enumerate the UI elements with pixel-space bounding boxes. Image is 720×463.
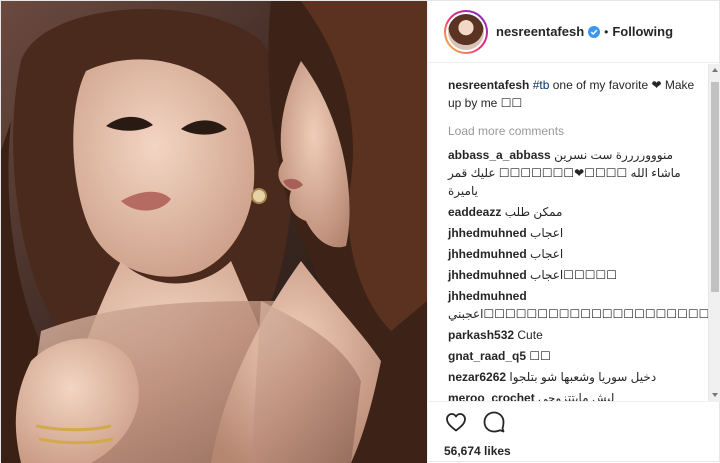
comment-item: jhhedmuhned اعجاب☐☐☐☐☐ xyxy=(448,266,702,284)
caption-username[interactable]: nesreentafesh xyxy=(448,78,529,92)
comment-username[interactable]: eaddeazz xyxy=(448,205,501,219)
avatar-image xyxy=(446,11,486,52)
comment-bubble-icon[interactable] xyxy=(482,410,506,434)
scroll-up-arrow-icon[interactable] xyxy=(712,68,718,72)
comment-item: parkash532 Cute xyxy=(448,326,702,344)
comments-list[interactable]: nesreentafesh #tb one of my favorite ❤ M… xyxy=(428,64,720,401)
scroll-down-arrow-icon[interactable] xyxy=(712,393,718,397)
caption-hashtag[interactable]: #tb xyxy=(533,78,550,92)
comment-item: nezar6262 دخيل سوريا وشعبها شو بتلجوا xyxy=(448,368,702,386)
comment-item: abbass_a_abbass منوووررررة ست نسرين ماشا… xyxy=(448,146,702,200)
load-more-comments-link[interactable]: Load more comments xyxy=(448,122,702,140)
avatar[interactable] xyxy=(444,9,488,54)
comment-item: eaddeazz ممكن طلب xyxy=(448,203,702,221)
comment-item: meroo_crochet ليش مابتتزوجي xyxy=(448,389,702,401)
comment-item: gnat_raad_q5 ☐☐ xyxy=(448,347,702,365)
comment-text: اعجاب xyxy=(530,226,564,240)
post-modal: nesreentafesh • Following nesreentafesh … xyxy=(0,0,720,463)
comment-text: اعجاب☐☐☐☐☐ xyxy=(530,268,618,282)
comment-username[interactable]: gnat_raad_q5 xyxy=(448,349,526,363)
following-button[interactable]: Following xyxy=(612,24,673,39)
likes-count[interactable]: 56,674 likes xyxy=(444,444,706,458)
comment-text: ليش مابتتزوجي xyxy=(538,391,615,401)
comment-text: اعجاب xyxy=(530,247,564,261)
post-header: nesreentafesh • Following xyxy=(428,1,720,63)
verified-badge-icon xyxy=(588,25,601,38)
portrait-image xyxy=(1,1,427,463)
scrollbar-thumb[interactable] xyxy=(711,82,719,292)
comment-username[interactable]: jhhedmuhned xyxy=(448,268,527,282)
comment-text: ☐☐ xyxy=(529,349,551,363)
action-icons xyxy=(444,410,706,434)
comment-text: Cute xyxy=(517,328,543,342)
comment-text: دخيل سوريا وشعبها شو بتلجوا xyxy=(509,370,657,384)
heart-icon[interactable] xyxy=(444,410,468,434)
post-actions: 56,674 likes xyxy=(428,401,720,463)
post-caption: nesreentafesh #tb one of my favorite ❤ M… xyxy=(448,76,702,112)
comment-username[interactable]: parkash532 xyxy=(448,328,514,342)
post-photo[interactable] xyxy=(1,1,427,463)
comment-item: jhhedmuhned اعجاب xyxy=(448,224,702,242)
post-side-panel: nesreentafesh • Following nesreentafesh … xyxy=(427,1,720,463)
comment-username[interactable]: meroo_crochet xyxy=(448,391,535,401)
header-separator: • xyxy=(604,24,609,39)
comment-item: jhhedmuhned اعجبني☐☐☐☐☐☐☐☐☐☐☐☐☐☐☐☐☐☐☐☐☐☐… xyxy=(448,287,720,323)
comment-item: jhhedmuhned اعجاب xyxy=(448,245,702,263)
comment-username[interactable]: jhhedmuhned xyxy=(448,247,527,261)
comment-username[interactable]: jhhedmuhned xyxy=(448,289,527,303)
comment-username[interactable]: abbass_a_abbass xyxy=(448,148,551,162)
comment-text: اعجبني☐☐☐☐☐☐☐☐☐☐☐☐☐☐☐☐☐☐☐☐☐☐☐☐☐☐☐☐☐☐☐☐☐☐… xyxy=(448,307,720,321)
comment-text: ممكن طلب xyxy=(504,205,563,219)
comment-username[interactable]: nezar6262 xyxy=(448,370,506,384)
comment-username[interactable]: jhhedmuhned xyxy=(448,226,527,240)
header-username[interactable]: nesreentafesh xyxy=(496,24,584,39)
comments-scrollbar[interactable] xyxy=(708,64,720,401)
